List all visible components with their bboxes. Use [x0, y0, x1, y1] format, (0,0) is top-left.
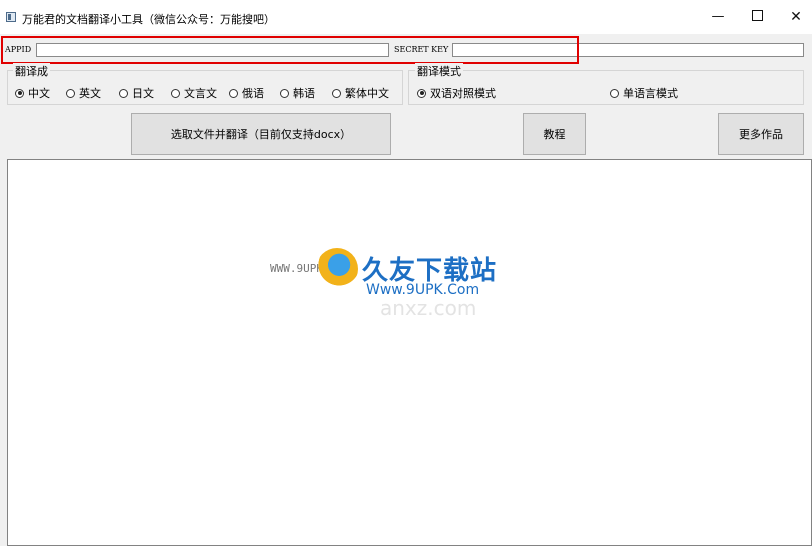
translation-mode-title: 翻译模式	[415, 63, 463, 79]
radio-unchecked-icon	[229, 88, 238, 98]
radio-label: 日文	[132, 87, 154, 100]
app-icon	[6, 12, 16, 22]
radio-lang-ja[interactable]: 日文	[119, 85, 154, 101]
radio-lang-classical[interactable]: 文言文	[171, 85, 217, 101]
watermark-logo-icon	[316, 248, 358, 290]
radio-label: 韩语	[293, 87, 315, 100]
maximize-button[interactable]	[737, 0, 777, 34]
radio-lang-ru[interactable]: 俄语	[229, 85, 264, 101]
radio-unchecked-icon	[171, 88, 180, 98]
more-works-button[interactable]: 更多作品	[718, 113, 804, 155]
radio-mode-bilingual[interactable]: 双语对照模式	[417, 85, 496, 101]
radio-label: 俄语	[242, 87, 264, 100]
radio-lang-en[interactable]: 英文	[66, 85, 101, 101]
radio-unchecked-icon	[280, 88, 289, 98]
radio-unchecked-icon	[119, 88, 128, 98]
title-bar: 万能君的文档翻译小工具（微信公众号：万能搜吧） — ✕	[0, 0, 812, 34]
select-and-translate-button[interactable]: 选取文件并翻译（目前仅支持docx）	[131, 113, 391, 155]
watermark: WWW.9UPK.com 久友下载站 Www.9UPK.Com anxz.com	[270, 248, 510, 320]
radio-unchecked-icon	[610, 88, 619, 98]
radio-checked-icon	[417, 88, 426, 98]
radio-lang-zh-tw[interactable]: 繁体中文	[332, 85, 389, 101]
minimize-button[interactable]: —	[698, 0, 738, 34]
maximize-icon	[751, 10, 763, 21]
highlight-annotation	[1, 36, 579, 64]
output-textarea[interactable]	[7, 159, 812, 546]
radio-lang-zh[interactable]: 中文	[15, 85, 50, 101]
radio-label: 单语言模式	[623, 87, 678, 100]
radio-label: 双语对照模式	[430, 87, 496, 100]
radio-label: 繁体中文	[345, 87, 389, 100]
radio-checked-icon	[15, 88, 24, 98]
radio-unchecked-icon	[66, 88, 75, 98]
radio-unchecked-icon	[332, 88, 341, 98]
window-title: 万能君的文档翻译小工具（微信公众号：万能搜吧）	[22, 13, 275, 26]
watermark-ghost-text: anxz.com	[380, 296, 477, 320]
tutorial-button[interactable]: 教程	[523, 113, 586, 155]
radio-label: 中文	[28, 87, 50, 100]
radio-mode-monolingual[interactable]: 单语言模式	[610, 85, 678, 101]
radio-label: 英文	[79, 87, 101, 100]
target-language-title: 翻译成	[13, 63, 50, 79]
close-button[interactable]: ✕	[776, 0, 812, 34]
radio-label: 文言文	[184, 87, 217, 100]
radio-lang-ko[interactable]: 韩语	[280, 85, 315, 101]
